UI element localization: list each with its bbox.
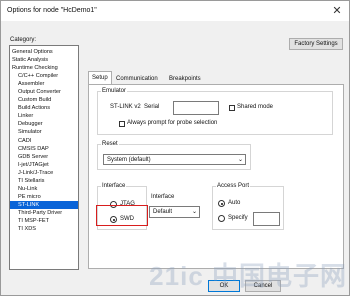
interface-group-label: Interface (101, 183, 127, 189)
setup-panel: Emulator ST-LINK v2 Serial Shared mode A… (88, 84, 344, 269)
interface-speed-select[interactable]: Default ⌄ (149, 206, 200, 218)
category-item-cadi[interactable]: CADI (10, 137, 78, 145)
close-icon[interactable]: ✕ (329, 3, 345, 19)
chevron-down-icon: ⌄ (237, 157, 243, 163)
category-item-gdb-server[interactable]: GDB Server (10, 153, 78, 161)
category-item-ti-stellaris[interactable]: TI Stellaris (10, 177, 78, 185)
emulator-group-label: Emulator (101, 88, 128, 94)
category-item-ti-xds[interactable]: TI XDS (10, 225, 78, 233)
swd-highlight-box (96, 205, 148, 226)
category-item-j-link-j-trace[interactable]: J-Link/J-Trace (10, 169, 78, 177)
tab-setup[interactable]: Setup (88, 71, 112, 84)
category-item-output-converter[interactable]: Output Converter (10, 88, 78, 96)
category-item-simulator[interactable]: Simulator (10, 128, 78, 136)
category-list[interactable]: General Options Static Analysis Runtime Ch… (9, 45, 79, 270)
reset-group: Reset System (default) ⌄ (97, 141, 251, 170)
access-port-group: Access Port Auto Specify (212, 183, 284, 230)
reset-select[interactable]: System (default) ⌄ (103, 154, 246, 165)
reset-select-value: System (default) (107, 157, 151, 163)
category-item-third-party-driver[interactable]: Third-Party Driver (10, 209, 78, 217)
title-bar: Options for node "HcDemo1" ✕ (1, 1, 349, 21)
category-item-cmsis-dap[interactable]: CMSIS DAP (10, 145, 78, 153)
category-item-runtime-checking[interactable]: Runtime Checking (10, 64, 78, 72)
category-item-st-link[interactable]: ST-LINK (10, 200, 78, 209)
shared-mode-label: Shared mode (237, 104, 274, 110)
watermark-logo: 21ic 中国电子网 (149, 261, 347, 291)
category-item-nu-link[interactable]: Nu-Link (10, 185, 78, 193)
prompt-probe-checkbox[interactable] (119, 121, 125, 127)
category-label: Category: (10, 37, 37, 43)
category-item-c-c-compiler[interactable]: C/C++ Compiler (10, 72, 78, 80)
chevron-down-icon: ⌄ (191, 209, 197, 215)
shared-mode-checkbox[interactable] (229, 105, 235, 111)
options-dialog: Options for node "HcDemo1" ✕ Category: G… (0, 0, 350, 296)
prompt-probe-label: Always prompt for probe selection (127, 120, 218, 126)
interface-speed-value: Default (153, 209, 173, 215)
emulator-model: ST-LINK v2 (110, 104, 141, 110)
serial-label: Serial (144, 104, 160, 110)
category-item-i-jet-jtagjet[interactable]: I-jet/JTAGjet (10, 161, 78, 169)
window-title: Options for node "HcDemo1" (7, 7, 97, 14)
access-port-specify-label: Specify (228, 215, 248, 221)
category-item-linker[interactable]: Linker (10, 112, 78, 120)
category-item-build-actions[interactable]: Build Actions (10, 104, 78, 112)
category-item-assembler[interactable]: Assembler (10, 80, 78, 88)
access-port-specify-radio[interactable] (218, 215, 225, 222)
category-item-custom-build[interactable]: Custom Build (10, 96, 78, 104)
emulator-group: Emulator ST-LINK v2 Serial Shared mode A… (97, 88, 333, 135)
category-item-ti-msp-fet[interactable]: TI MSP-FET (10, 217, 78, 225)
category-item-pe-micro[interactable]: PE micro (10, 193, 78, 201)
access-port-auto-radio[interactable] (218, 200, 225, 207)
tab-communication[interactable]: Communication (112, 72, 162, 84)
tab-breakpoints[interactable]: Breakpoints (165, 72, 205, 84)
reset-group-label: Reset (101, 141, 119, 147)
category-item-debugger[interactable]: Debugger (10, 120, 78, 128)
serial-input[interactable] (173, 101, 219, 115)
access-port-label: Access Port (216, 183, 251, 189)
category-item-static-analysis[interactable]: Static Analysis (10, 56, 78, 64)
access-port-specify-input[interactable] (253, 212, 280, 226)
interface-speed-label: Interface (151, 194, 175, 200)
access-port-auto-label: Auto (228, 200, 241, 206)
factory-settings-button[interactable]: Factory Settings (289, 38, 343, 50)
category-item-general-options[interactable]: General Options (10, 48, 78, 56)
